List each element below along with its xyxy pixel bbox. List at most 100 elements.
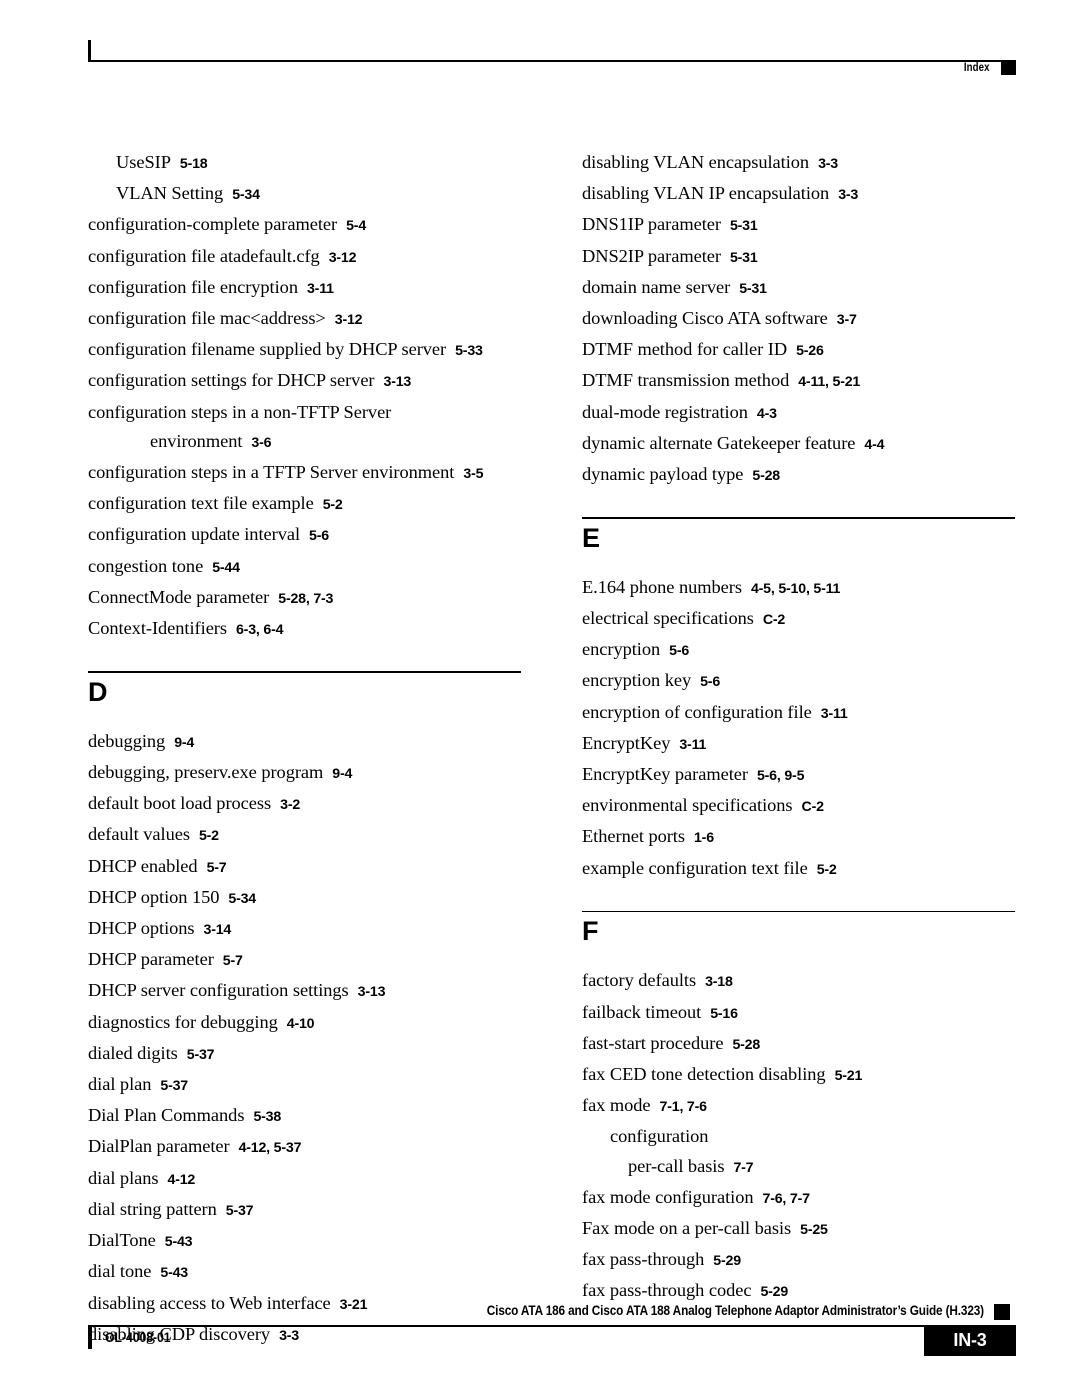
index-entry-term: fax mode — [582, 1095, 651, 1116]
index-entry-locator[interactable]: 5-7 — [223, 953, 243, 969]
index-entry-locator[interactable]: 5-33 — [455, 343, 483, 359]
index-column-right: disabling VLAN encapsulation 3-3 disabling… — [582, 148, 1019, 1308]
index-entry-locator[interactable]: 5-28, 7-3 — [278, 591, 333, 607]
index-entry-locator[interactable]: 5-44 — [212, 560, 240, 576]
index-entry-locator[interactable]: 5-21 — [835, 1068, 863, 1084]
index-entry-locator[interactable]: 4-5, 5-10, 5-11 — [751, 581, 840, 597]
index-entry: DialPlan parameter 4-12, 5-37 — [88, 1132, 525, 1163]
footer-guide-title: Cisco ATA 186 and Cisco ATA 188 Analog T… — [486, 1303, 984, 1318]
index-entry-locator[interactable]: 7-7 — [733, 1160, 753, 1176]
header-rule — [88, 60, 1016, 62]
index-entry: dialed digits 5-37 — [88, 1039, 525, 1070]
index-entry-locator[interactable]: 4-11, 5-21 — [798, 374, 860, 390]
page-footer: Cisco ATA 186 and Cisco ATA 188 Analog T… — [88, 1303, 1016, 1373]
index-entry-locator[interactable]: 5-29 — [713, 1253, 741, 1269]
index-entry-locator[interactable]: 3-12 — [329, 250, 357, 266]
index-entry-locator[interactable]: 9-4 — [332, 766, 352, 782]
index-entry-locator[interactable]: 5-31 — [739, 281, 767, 297]
index-entry-term: VLAN Setting — [116, 183, 224, 204]
index-entry-locator[interactable]: 4-12 — [168, 1172, 196, 1188]
index-entry-term: dialed digits — [88, 1042, 178, 1063]
index-entry-locator[interactable]: 5-2 — [323, 497, 343, 513]
index-entry-locator[interactable]: 4-12, 5-37 — [239, 1140, 302, 1156]
index-entry-locator[interactable]: 5-28 — [732, 1037, 760, 1053]
index-entry-locator[interactable]: 3-7 — [837, 312, 857, 328]
index-entry-locator[interactable]: 5-2 — [199, 828, 219, 844]
index-entry-term: DHCP server configuration settings — [88, 980, 349, 1001]
index-entry-locator[interactable]: 3-2 — [280, 797, 300, 813]
index-entry-term: EncryptKey — [582, 732, 671, 753]
index-entry-locator[interactable]: 5-16 — [710, 1006, 738, 1022]
index-entry-locator[interactable]: 5-31 — [730, 250, 758, 266]
index-entry-locator[interactable]: 5-29 — [760, 1284, 788, 1300]
index-entry-locator[interactable]: 4-3 — [757, 406, 777, 422]
index-entry-term: DNS1IP parameter — [582, 214, 721, 235]
index-entry-locator[interactable]: 5-38 — [253, 1109, 281, 1125]
index-entry-locator[interactable]: 3-14 — [204, 922, 232, 938]
index-entry-locator[interactable]: 3-11 — [821, 706, 848, 722]
index-entry-locator[interactable]: 4-4 — [864, 437, 884, 453]
header-tick-mark — [88, 40, 91, 60]
index-entry-locator[interactable]: 1-6 — [694, 830, 714, 846]
index-entry: diagnostics for debugging 4-10 — [88, 1008, 525, 1039]
index-entry-locator[interactable]: 4-10 — [287, 1016, 315, 1032]
index-entry-term: configuration-complete parameter — [88, 214, 338, 235]
index-entry-term: disabling VLAN encapsulation — [582, 152, 810, 172]
index-entry-locator[interactable]: 3-12 — [335, 312, 363, 328]
index-entry-term: E.164 phone numbers — [582, 576, 742, 597]
index-entry-locator[interactable]: C-2 — [763, 612, 785, 628]
index-entry-locator[interactable]: 5-43 — [160, 1265, 188, 1281]
index-entry: Dial Plan Commands 5-38 — [88, 1101, 525, 1132]
index-entry-locator[interactable]: 3-13 — [384, 374, 412, 390]
index-entry-locator[interactable]: 5-6, 9-5 — [757, 768, 804, 784]
index-entry: dial string pattern 5-37 — [88, 1195, 525, 1226]
index-entry-locator[interactable]: 5-31 — [730, 218, 758, 234]
index-entry-term: example configuration text file — [582, 857, 808, 878]
index-entry-term: per-call basis — [628, 1155, 725, 1176]
index-entry-locator[interactable]: 5-34 — [228, 891, 256, 907]
index-entry-locator[interactable]: 3-5 — [463, 466, 483, 482]
index-entry-locator[interactable]: 5-37 — [187, 1047, 215, 1063]
index-entry-locator[interactable]: 5-26 — [796, 343, 824, 359]
index-entry-locator[interactable]: 5-6 — [700, 674, 720, 690]
index-entry-locator[interactable]: 5-18 — [180, 156, 208, 172]
index-entry-locator[interactable]: C-2 — [802, 799, 824, 815]
index-entry: configuration steps in a non-TFTP Server — [88, 398, 525, 427]
index-section-e: E — [582, 517, 1019, 555]
index-entry-locator[interactable]: 3-3 — [838, 187, 858, 203]
index-entry: configuration update interval 5-6 — [88, 520, 525, 551]
index-entry-locator[interactable]: 5-37 — [160, 1078, 188, 1094]
index-entry-locator[interactable]: 3-11 — [679, 737, 706, 753]
index-entry-locator[interactable]: 3-13 — [358, 984, 386, 1000]
index-entry-locator[interactable]: 5-6 — [669, 643, 689, 659]
index-section-f: F — [582, 910, 1019, 949]
section-divider-rule — [582, 910, 1015, 913]
index-entry-locator[interactable]: 7-6, 7-7 — [763, 1191, 810, 1207]
index-entry-term: debugging — [88, 730, 166, 751]
index-entry-locator[interactable]: 5-37 — [226, 1203, 254, 1219]
index-entry-locator[interactable]: 5-2 — [817, 862, 837, 878]
index-entry: DNS1IP parameter 5-31 — [582, 210, 1019, 241]
index-entry: configuration file encryption 3-11 — [88, 273, 525, 304]
index-entry-locator[interactable]: 5-34 — [232, 187, 260, 203]
index-entry: dual-mode registration 4-3 — [582, 398, 1019, 429]
index-entry-locator[interactable]: 5-7 — [207, 860, 227, 876]
index-entry: DHCP options 3-14 — [88, 914, 525, 945]
index-entry: dynamic alternate Gatekeeper feature 4-4 — [582, 429, 1019, 460]
index-entry-locator[interactable]: 6-3, 6-4 — [236, 622, 283, 638]
index-entry-locator[interactable]: 5-43 — [165, 1234, 193, 1250]
index-entry-locator[interactable]: 3-6 — [251, 435, 271, 451]
index-entry-locator[interactable]: 9-4 — [174, 735, 194, 751]
index-entry-term: dual-mode registration — [582, 401, 748, 422]
index-entry-locator[interactable]: 3-3 — [818, 156, 838, 172]
footer-page-number: IN-3 — [924, 1326, 1016, 1356]
index-entry-term: configuration settings for DHCP server — [88, 370, 375, 391]
index-entry-locator[interactable]: 3-18 — [705, 974, 733, 990]
index-entry-term: factory defaults — [582, 970, 697, 991]
index-entry-locator[interactable]: 5-6 — [309, 528, 329, 544]
index-entry-locator[interactable]: 5-4 — [346, 218, 366, 234]
index-entry-locator[interactable]: 5-28 — [752, 468, 780, 484]
index-entry-locator[interactable]: 5-25 — [800, 1222, 828, 1238]
index-entry-locator[interactable]: 3-11 — [307, 281, 334, 297]
index-entry-locator[interactable]: 7-1, 7-6 — [660, 1099, 707, 1115]
